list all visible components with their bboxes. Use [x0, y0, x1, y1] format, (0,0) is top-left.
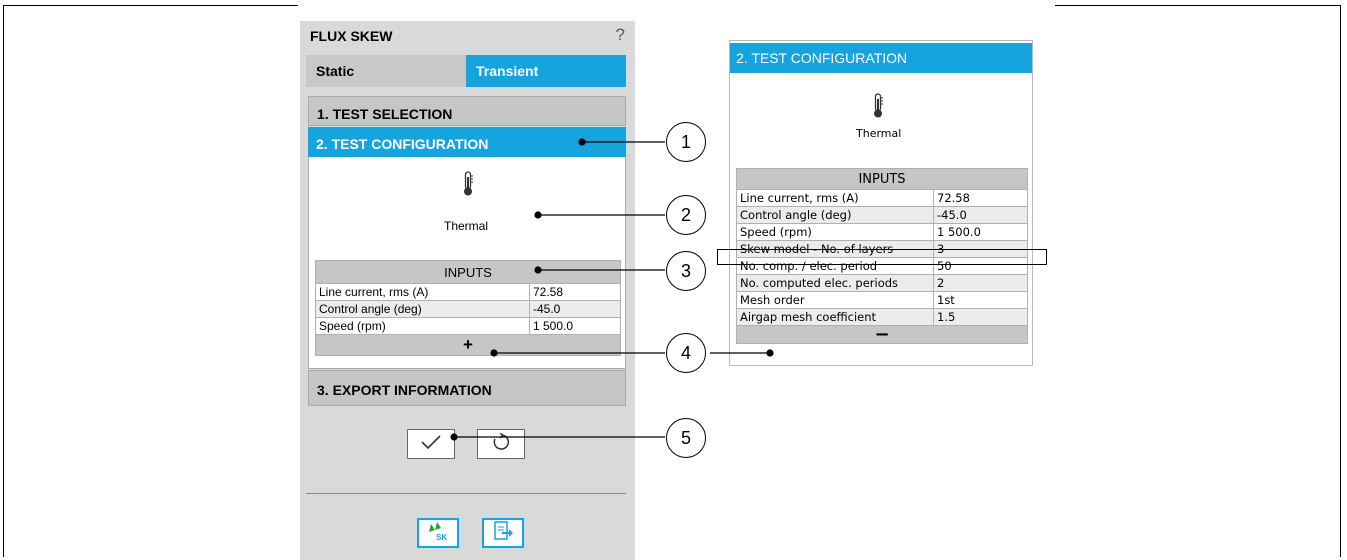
- callout-5: 5: [666, 418, 706, 458]
- panel-title: FLUX SKEW: [310, 28, 393, 44]
- reset-button[interactable]: [477, 429, 525, 459]
- flux-skew-icon: SK: [425, 520, 451, 547]
- help-icon[interactable]: ?: [616, 25, 625, 45]
- inputs-header: INPUTS: [315, 260, 621, 284]
- row-value[interactable]: 1st: [933, 291, 1028, 309]
- callout-2: 2: [666, 195, 706, 235]
- row-value[interactable]: -45.0: [933, 206, 1028, 224]
- table-row: Airgap mesh coefficient 1.5: [736, 308, 1028, 326]
- row-label: Speed (rpm): [736, 223, 934, 241]
- export-button[interactable]: [482, 518, 524, 548]
- check-icon: [420, 434, 442, 455]
- table-row: Mesh order 1st: [736, 291, 1028, 309]
- row-value[interactable]: 72.58: [529, 283, 621, 301]
- table-row: Line current, rms (A) 72.58: [315, 283, 621, 301]
- thermometer-icon: [461, 171, 475, 203]
- row-label: Airgap mesh coefficient: [736, 308, 934, 326]
- row-label: Speed (rpm): [315, 317, 530, 335]
- table-row: No. computed elec. periods 2: [736, 274, 1028, 292]
- callout-3: 3: [666, 251, 706, 291]
- panel-header: FLUX SKEW ?: [300, 21, 635, 51]
- callout-1: 1: [666, 122, 706, 162]
- expanded-section-header[interactable]: 2. TEST CONFIGURATION: [730, 43, 1032, 73]
- collapse-button[interactable]: −: [736, 325, 1028, 344]
- highlight-box-skew-layers: [717, 249, 1047, 265]
- export-icon: [492, 520, 514, 547]
- inputs-header: INPUTS: [736, 168, 1028, 190]
- test-configuration-body: Thermal INPUTS Line current, rms (A) 72.…: [308, 157, 626, 369]
- row-value[interactable]: 1 500.0: [933, 223, 1028, 241]
- thermal-mode-label: Thermal: [444, 219, 489, 233]
- thermometer-icon: [871, 93, 885, 125]
- row-label: Line current, rms (A): [315, 283, 530, 301]
- table-row: Speed (rpm) 1 500.0: [315, 317, 621, 335]
- flux-skew-panel: FLUX SKEW ? Static Transient 1. TEST SEL…: [300, 21, 635, 560]
- row-value[interactable]: 1.5: [933, 308, 1028, 326]
- row-label: Mesh order: [736, 291, 934, 309]
- table-row: Control angle (deg) -45.0: [315, 300, 621, 318]
- tab-static[interactable]: Static: [306, 55, 466, 87]
- section-test-configuration[interactable]: 2. TEST CONFIGURATION: [308, 127, 626, 157]
- flux-skew-button[interactable]: SK: [417, 518, 459, 548]
- section-test-selection[interactable]: 1. TEST SELECTION: [308, 96, 626, 126]
- expand-button[interactable]: +: [315, 334, 621, 356]
- row-label: Line current, rms (A): [736, 189, 934, 207]
- inputs-table: INPUTS Line current, rms (A) 72.58 Contr…: [315, 260, 621, 356]
- section-export-information[interactable]: 3. EXPORT INFORMATION: [308, 370, 626, 406]
- row-value[interactable]: 2: [933, 274, 1028, 292]
- tab-transient[interactable]: Transient: [466, 55, 626, 87]
- reset-icon: [492, 431, 510, 456]
- row-label: Control angle (deg): [736, 206, 934, 224]
- divider: [306, 493, 626, 494]
- sk-label: SK: [436, 533, 447, 542]
- table-row: Line current, rms (A) 72.58: [736, 189, 1028, 207]
- frame-gap: [298, 3, 1055, 7]
- table-row: Speed (rpm) 1 500.0: [736, 223, 1028, 241]
- row-value[interactable]: -45.0: [529, 300, 621, 318]
- table-row: Control angle (deg) -45.0: [736, 206, 1028, 224]
- thermal-mode-label: Thermal: [856, 127, 902, 140]
- row-value[interactable]: 1 500.0: [529, 317, 621, 335]
- callout-4: 4: [666, 333, 706, 373]
- row-value[interactable]: 72.58: [933, 189, 1028, 207]
- row-label: Control angle (deg): [315, 300, 530, 318]
- confirm-button[interactable]: [407, 429, 455, 459]
- expanded-configuration-panel: 2. TEST CONFIGURATION Thermal INPUTS Lin…: [729, 40, 1033, 366]
- row-label: No. computed elec. periods: [736, 274, 934, 292]
